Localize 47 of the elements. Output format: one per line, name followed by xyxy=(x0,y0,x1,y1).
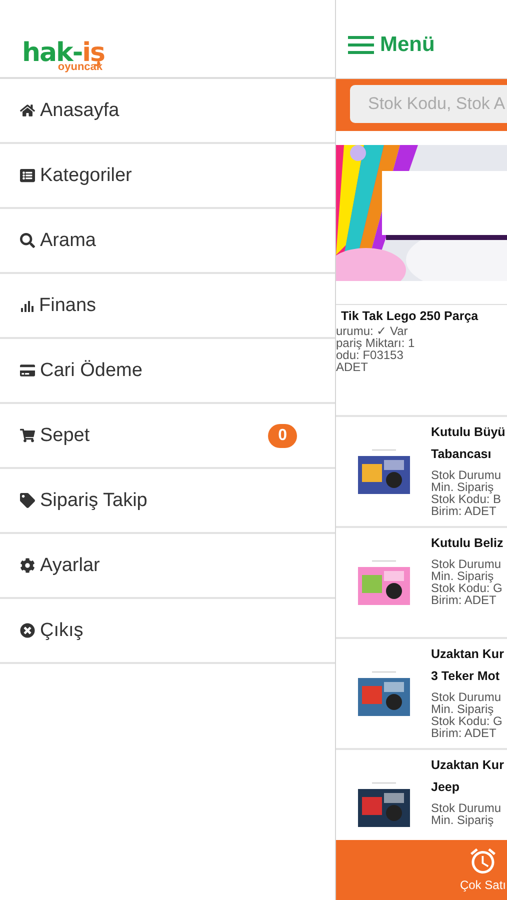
product-info: Stok Durumu xyxy=(431,802,502,814)
product-info: odu: F03153 xyxy=(336,349,404,361)
menu-item[interactable]: Cari Ödeme xyxy=(0,339,335,404)
menu-item[interactable]: Arama xyxy=(0,209,335,274)
product-info: Min. Sipariş xyxy=(431,814,495,826)
menu-icon[interactable] xyxy=(348,35,374,55)
credit-card-icon xyxy=(20,363,35,378)
product-title[interactable]: Uzaktan Kur xyxy=(431,643,504,665)
cart-icon xyxy=(20,428,35,443)
product-title[interactable]: Tik Tak Lego 250 Parça xyxy=(336,307,507,325)
product-info: Stok Durumu xyxy=(431,691,502,703)
settings-icon xyxy=(20,558,35,573)
product-info: Min. Sipariş xyxy=(431,703,495,715)
menu-item[interactable]: Sipariş Takip xyxy=(0,469,335,534)
search-icon xyxy=(20,233,35,248)
product-title[interactable]: Tabancası xyxy=(431,443,506,465)
product-info: Birim: ADET xyxy=(431,594,498,606)
menu-item[interactable]: Anasayfa xyxy=(0,79,335,144)
menu-item[interactable]: Çıkış xyxy=(0,599,335,664)
product-info: Min. Sipariş xyxy=(431,570,495,582)
product-title[interactable]: Jeep xyxy=(431,776,504,798)
menu-item[interactable]: Kategoriler xyxy=(0,144,335,209)
product-title[interactable]: Uzaktan Kur xyxy=(431,754,504,776)
list-icon xyxy=(20,168,35,183)
menu-item[interactable]: Finans xyxy=(0,274,335,339)
product-info: Stok Kodu: G xyxy=(431,582,504,594)
product-info: urumu: ✓ Var xyxy=(336,325,409,337)
product-title[interactable]: Kutulu Beliz xyxy=(431,532,504,554)
menu-item[interactable]: Ayarlar xyxy=(0,534,335,599)
product-info: Stok Kodu: B xyxy=(431,493,502,505)
home-icon xyxy=(20,103,35,118)
product-info: Min. Sipariş xyxy=(431,481,495,493)
product-title[interactable]: Kutulu Büyü xyxy=(431,421,506,443)
menu-item[interactable]: Sepet 0 xyxy=(0,404,335,469)
product-info: Stok Kodu: G xyxy=(431,715,504,727)
alarm-clock-icon xyxy=(468,846,498,876)
product-info: Stok Durumu xyxy=(431,469,502,481)
product-info: Stok Durumu xyxy=(431,558,502,570)
product-info: Birim: ADET xyxy=(431,505,498,517)
tag-icon xyxy=(20,493,35,508)
product-info: pariş Miktarı: 1 xyxy=(336,337,416,349)
count-badge: 0 xyxy=(268,424,297,448)
search-field[interactable]: Stok Kodu, Stok A xyxy=(350,85,507,123)
product-info: ADET xyxy=(336,361,370,373)
product-info: Birim: ADET xyxy=(431,727,498,739)
bar-chart-icon xyxy=(20,298,34,312)
product-title[interactable]: 3 Teker Mot xyxy=(431,665,504,687)
